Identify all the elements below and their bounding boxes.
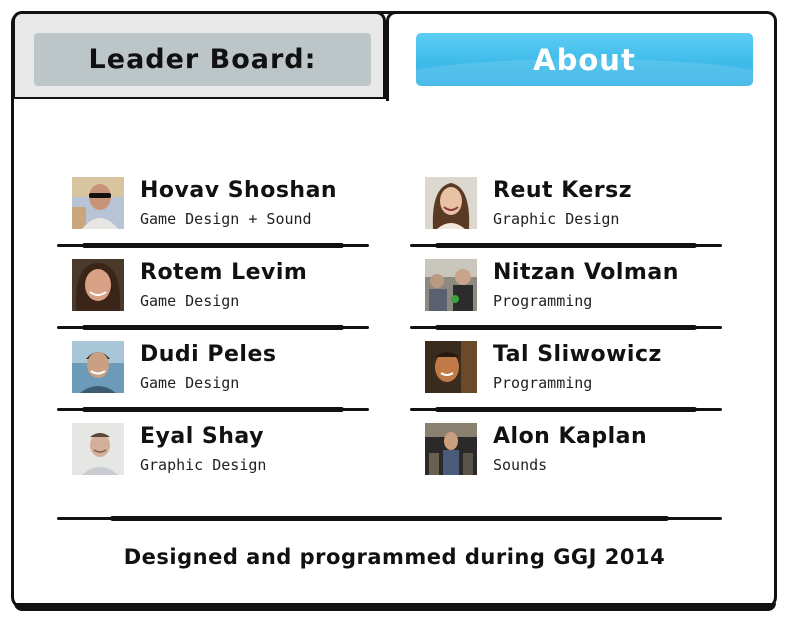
credit-role: Sounds [493,456,548,474]
credit-name: Hovav Shoshan [140,178,338,203]
man-crowd-avatar [425,259,477,311]
tab-leaderboard[interactable]: Leader Board: [12,11,386,97]
credit-name: Nitzan Volman [493,260,679,285]
credit-role: Game Design [140,292,240,310]
credit-item: Tal Sliwowicz Programming [425,341,725,401]
credit-role: Programming [493,374,593,392]
divider-line [57,407,369,412]
credit-item: Eyal Shay Graphic Design [72,423,372,483]
man-sunglasses-avatar [72,177,124,229]
leaderboard-tab-button[interactable]: Leader Board: [34,33,371,86]
credit-name: Alon Kaplan [493,424,648,449]
divider-line [410,243,722,248]
divider-line [410,407,722,412]
credit-name: Tal Sliwowicz [493,342,662,367]
credit-item: Reut Kersz Graphic Design [425,177,725,237]
man-dim-avatar [425,341,477,393]
divider-line [57,243,369,248]
credit-role: Graphic Design [493,210,620,228]
man-outdoor-avatar [72,341,124,393]
credit-item: Dudi Peles Game Design [72,341,372,401]
divider-line [57,325,369,330]
credit-name: Eyal Shay [140,424,264,449]
woman-smiling-avatar [425,177,477,229]
credit-item: Alon Kaplan Sounds [425,423,725,483]
woman-portrait-avatar [72,259,124,311]
leaderboard-tab-label: Leader Board: [88,44,317,75]
credit-role: Programming [493,292,593,310]
man-light-avatar [72,423,124,475]
credit-role: Game Design [140,374,240,392]
panel-shadow [14,603,776,611]
credit-name: Dudi Peles [140,342,277,367]
about-tab-button[interactable]: About [416,33,753,86]
footer-text: Designed and programmed during GGJ 2014 [123,545,666,569]
credit-role: Graphic Design [140,456,267,474]
credit-name: Reut Kersz [493,178,633,203]
credit-name: Rotem Levim [140,260,308,285]
about-tab-label: About [533,42,636,77]
credit-item: Rotem Levim Game Design [72,259,372,319]
credit-item: Nitzan Volman Programming [425,259,725,319]
credit-role: Game Design + Sound [140,210,312,228]
footer-divider [57,516,722,521]
credit-item: Hovav Shoshan Game Design + Sound [72,177,372,237]
man-event-avatar [425,423,477,475]
divider-line [410,325,722,330]
